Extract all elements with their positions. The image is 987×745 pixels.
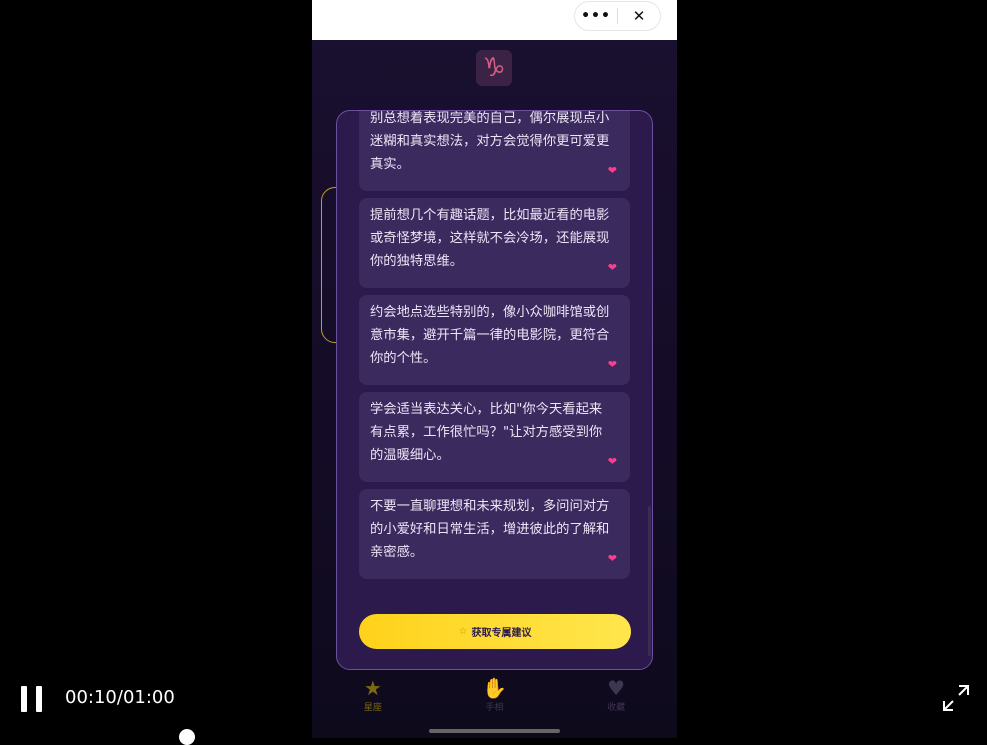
- tab-zodiac[interactable]: ★ 星座: [333, 676, 413, 713]
- tab-favorites[interactable]: ♥ 收藏: [576, 676, 656, 713]
- heart-icon[interactable]: ❤: [608, 164, 617, 177]
- star-icon: ☆: [458, 626, 468, 637]
- tip-text: 约会地点选些特别的，像小众咖啡馆或创意市集，避开千篇一律的电影院，更符合你的个性…: [370, 305, 610, 366]
- hand-icon: ✋: [482, 676, 507, 700]
- heart-icon[interactable]: ❤: [608, 455, 617, 468]
- tip-card[interactable]: 别总想着表现完美的自己，偶尔展现点小迷糊和真实想法，对方会觉得你更可爱更真实。 …: [359, 111, 630, 191]
- capricorn-icon: ♑: [476, 50, 512, 86]
- pause-button[interactable]: [21, 686, 43, 712]
- tab-palm[interactable]: ✋ 手相: [454, 676, 534, 713]
- tip-card[interactable]: 约会地点选些特别的，像小众咖啡馆或创意市集，避开千篇一律的电影院，更符合你的个性…: [359, 295, 630, 385]
- tip-card[interactable]: 不要一直聊理想和未来规划，多问问对方的小爱好和日常生活，增进彼此的了解和亲密感。…: [359, 489, 630, 579]
- heart-icon: ♥: [607, 676, 626, 700]
- tab-label: 星座: [363, 703, 382, 713]
- heart-icon[interactable]: ❤: [608, 358, 617, 371]
- bottom-tabbar: ★ 星座 ✋ 手相 ♥ 收藏: [312, 676, 677, 726]
- tip-card[interactable]: 提前想几个有趣话题，比如最近看的电影或奇怪梦境，这样就不会冷场，还能展现你的独特…: [359, 198, 630, 288]
- more-button[interactable]: •••: [575, 8, 617, 24]
- phone-screen: ••• ✕ ♑ 别总想着表现完美的自己，偶尔展现点小迷糊和真实想法，对方会觉得你…: [312, 0, 677, 738]
- pause-bar: [36, 686, 42, 712]
- pause-bar: [21, 686, 27, 712]
- tip-text: 别总想着表现完美的自己，偶尔展现点小迷糊和真实想法，对方会觉得你更可爱更真实。: [370, 111, 610, 172]
- mini-program-topbar: ••• ✕: [312, 0, 677, 40]
- close-button[interactable]: ✕: [618, 7, 660, 25]
- tip-card[interactable]: 学会适当表达关心，比如"你今天看起来有点累，工作很忙吗？"让对方感受到你的温暖细…: [359, 392, 630, 482]
- scrollbar[interactable]: [648, 506, 651, 656]
- video-timecode: 00:10/01:00: [65, 687, 175, 708]
- star-icon: ★: [363, 676, 382, 700]
- advice-modal: 别总想着表现完美的自己，偶尔展现点小迷糊和真实想法，对方会觉得你更可爱更真实。 …: [336, 110, 653, 670]
- home-indicator: [429, 729, 560, 733]
- menu-capsule: ••• ✕: [574, 1, 661, 31]
- tip-text: 学会适当表达关心，比如"你今天看起来有点累，工作很忙吗？"让对方感受到你的温暖细…: [370, 402, 603, 463]
- tip-text: 提前想几个有趣话题，比如最近看的电影或奇怪梦境，这样就不会冷场，还能展现你的独特…: [370, 208, 610, 269]
- tab-label: 手相: [485, 703, 504, 713]
- heart-icon[interactable]: ❤: [608, 552, 617, 565]
- tip-text: 不要一直聊理想和未来规划，多问问对方的小爱好和日常生活，增进彼此的了解和亲密感。: [370, 499, 610, 560]
- get-advice-button[interactable]: ☆ 获取专属建议: [359, 614, 631, 649]
- tab-label: 收藏: [607, 703, 626, 713]
- heart-icon[interactable]: ❤: [608, 261, 617, 274]
- fullscreen-icon[interactable]: [942, 684, 970, 712]
- get-advice-label: 获取专属建议: [471, 628, 532, 639]
- progress-knob[interactable]: [179, 729, 195, 745]
